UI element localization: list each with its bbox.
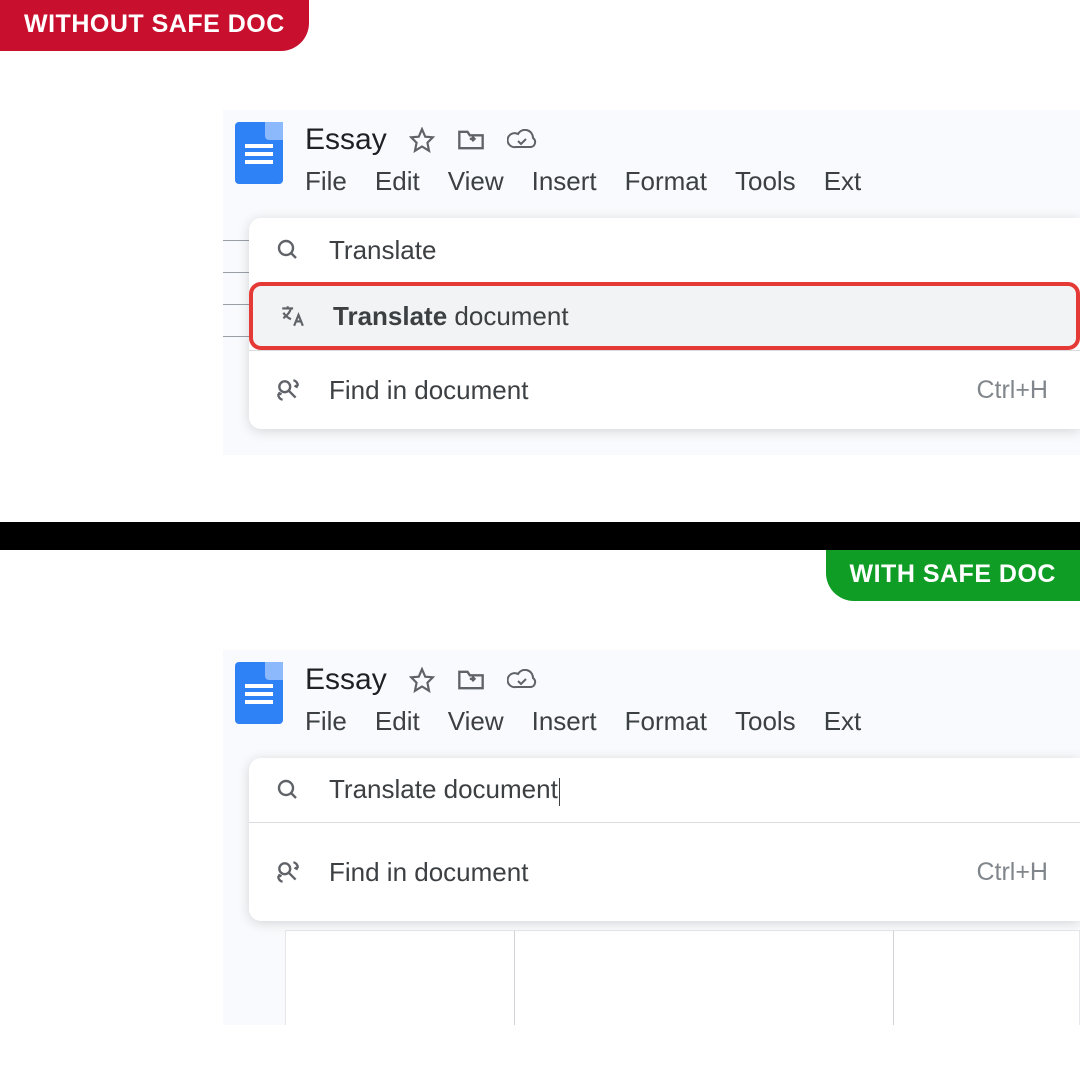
search-icon <box>271 778 305 802</box>
docs-header: Essay File Edit View Insert <box>223 110 1080 197</box>
menu-ext[interactable]: Ext <box>824 166 862 197</box>
find-replace-icon <box>271 377 305 403</box>
cloud-saved-icon[interactable] <box>507 129 537 151</box>
find-label: Find in document <box>329 857 528 888</box>
document-canvas <box>285 930 1080 1025</box>
find-replace-icon <box>271 859 305 885</box>
docs-logo-icon <box>235 662 283 724</box>
docs-window-bottom: Essay File Edit View Insert <box>223 650 1080 1025</box>
help-search-dropdown: Translate document Find in document Ctrl… <box>249 758 1080 921</box>
menu-insert[interactable]: Insert <box>532 166 597 197</box>
move-folder-icon[interactable] <box>457 128 485 152</box>
search-input-text: Translate document <box>329 774 560 805</box>
menu-edit[interactable]: Edit <box>375 706 420 737</box>
translate-result-label: Translate document <box>333 301 569 332</box>
find-label: Find in document <box>329 375 528 406</box>
docs-logo-icon <box>235 122 283 184</box>
search-row[interactable]: Translate <box>249 218 1080 282</box>
menu-insert[interactable]: Insert <box>532 706 597 737</box>
menu-view[interactable]: View <box>448 166 504 197</box>
translate-document-result[interactable]: Translate document <box>249 282 1080 350</box>
find-shortcut: Ctrl+H <box>976 376 1058 405</box>
document-page[interactable] <box>514 931 894 1025</box>
panel-with-safe-doc: WITH SAFE DOC Essay File <box>0 550 1080 1080</box>
menu-bar: File Edit View Insert Format Tools Ext <box>305 706 861 737</box>
badge-without: WITHOUT SAFE DOC <box>0 0 309 51</box>
move-folder-icon[interactable] <box>457 668 485 692</box>
badge-with: WITH SAFE DOC <box>826 550 1080 601</box>
star-icon[interactable] <box>409 667 435 693</box>
menu-file[interactable]: File <box>305 166 347 197</box>
translate-icon <box>275 303 309 329</box>
help-search-dropdown: Translate Translate document Find in doc… <box>249 218 1080 429</box>
menu-view[interactable]: View <box>448 706 504 737</box>
menu-ext[interactable]: Ext <box>824 706 862 737</box>
star-icon[interactable] <box>409 127 435 153</box>
menu-edit[interactable]: Edit <box>375 166 420 197</box>
search-input-text: Translate <box>329 235 436 266</box>
section-divider <box>0 522 1080 550</box>
menu-format[interactable]: Format <box>625 166 707 197</box>
cloud-saved-icon[interactable] <box>507 669 537 691</box>
menu-bar: File Edit View Insert Format Tools Ext <box>305 166 861 197</box>
find-shortcut: Ctrl+H <box>976 858 1058 887</box>
search-row[interactable]: Translate document <box>249 758 1080 822</box>
document-title[interactable]: Essay <box>305 663 387 697</box>
search-icon <box>271 238 305 262</box>
document-title[interactable]: Essay <box>305 123 387 157</box>
menu-file[interactable]: File <box>305 706 347 737</box>
text-cursor <box>559 778 560 806</box>
vertical-ruler <box>223 220 249 455</box>
menu-tools[interactable]: Tools <box>735 166 796 197</box>
panel-without-safe-doc: WITHOUT SAFE DOC Essay Fi <box>0 0 1080 522</box>
docs-header: Essay File Edit View Insert <box>223 650 1080 737</box>
find-in-document-row[interactable]: Find in document Ctrl+H <box>249 351 1080 429</box>
docs-window-top: Essay File Edit View Insert <box>223 110 1080 455</box>
menu-format[interactable]: Format <box>625 706 707 737</box>
find-in-document-row[interactable]: Find in document Ctrl+H <box>249 823 1080 921</box>
menu-tools[interactable]: Tools <box>735 706 796 737</box>
